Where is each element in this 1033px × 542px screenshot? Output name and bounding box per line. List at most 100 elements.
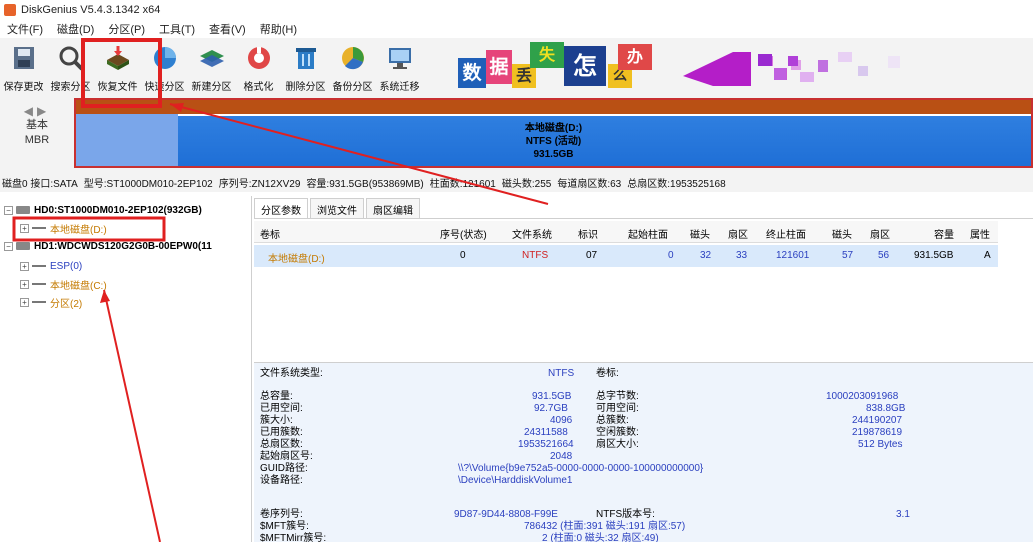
detail-guid: \\?\Volume{b9e752a5-0000-0000-0000-10000… [458, 463, 704, 474]
disk-tree: − HD0:ST1000DM010-2EP102(932GB) + 本地磁盘(D… [0, 196, 252, 542]
tree-item-hd0[interactable]: − HD0:ST1000DM010-2EP102(932GB) [4, 202, 202, 218]
tab-sector-editor[interactable]: 扇区编辑 [366, 198, 420, 218]
banner-char-4: 失 [530, 42, 564, 68]
detail-row-serial: 卷序列号: 9D87-9D44-8808-F99E NTFS版本号: 3.1 [254, 509, 1033, 520]
app-icon [4, 4, 16, 16]
expand-icon[interactable]: + [20, 279, 29, 289]
partition-icon [32, 227, 46, 229]
recover-files-button[interactable]: 恢复文件 [94, 38, 141, 96]
detail-key: 总字节数: [596, 391, 639, 402]
menu-file[interactable]: 文件(F) [0, 21, 50, 37]
detail-row-mft: $MFT簇号: 786432 (柱面:391 磁头:191 扇区:57) [254, 521, 1033, 532]
col-start-sector: 扇区 [728, 230, 748, 241]
format-button[interactable]: 格式化 [235, 38, 282, 96]
cell-filesystem: NTFS [522, 250, 549, 261]
detail-key: 起始扇区号: [260, 451, 313, 462]
collapse-icon[interactable]: − [4, 241, 13, 251]
search-partition-button[interactable]: 搜索分区 [47, 38, 94, 96]
tree-c-drive-label: 本地磁盘(C:) [50, 280, 107, 292]
promo-banner[interactable]: 数 据 丢 失 怎 么 办 [458, 40, 938, 92]
search-icon [59, 46, 83, 71]
new-partition-button[interactable]: 新建分区 [188, 38, 235, 96]
partition-style-label: MBR [24, 134, 50, 146]
table-row[interactable]: 本地磁盘(D:) 0 NTFS 07 0 32 33 121601 57 56 … [254, 245, 998, 267]
tree-item-partition-2[interactable]: + 分区(2) [20, 294, 82, 310]
detail-mftmirr-label: $MFTMirr簇号: [260, 533, 327, 542]
system-migration-button[interactable]: 系统迁移 [376, 38, 423, 96]
new-partition-label: 新建分区 [191, 82, 232, 93]
disk-info-total-sectors: 总扇区数:1953525168 [627, 178, 726, 190]
menu-view[interactable]: 查看(V) [202, 21, 253, 37]
partition-icon [32, 283, 46, 285]
partition-table: 卷标 序号(状态) 文件系统 标识 起始柱面 磁头 扇区 终止柱面 磁头 扇区 … [254, 218, 1033, 362]
disk-map-bar: ◀▶ 基本 MBR 本地磁盘(D:) NTFS (活动) 931.5GB [0, 96, 1033, 172]
cell-end-cylinder: 121601 [776, 250, 810, 261]
tree-item-c-drive[interactable]: + 本地磁盘(C:) [20, 276, 107, 292]
tab-partition-params[interactable]: 分区参数 [254, 198, 308, 218]
disk-nav: ◀▶ 基本 MBR [0, 96, 74, 172]
detail-row-mftmirr: $MFTMirr簇号: 2 (柱面:0 磁头:32 扇区:49) [254, 533, 1033, 542]
collapse-icon[interactable]: − [4, 205, 13, 215]
detail-key: 总扇区数: [260, 439, 303, 450]
col-filesystem: 文件系统 [512, 230, 552, 241]
menu-disk[interactable]: 磁盘(D) [50, 21, 101, 37]
disk-partition-map[interactable]: 本地磁盘(D:) NTFS (活动) 931.5GB [74, 98, 1033, 168]
detail-value: 2048 [550, 451, 573, 462]
banner-char-2: 据 [486, 50, 512, 84]
detail-value: 931.5GB [532, 391, 572, 402]
detail-key: 已用空间: [260, 403, 303, 414]
menu-partition[interactable]: 分区(P) [101, 21, 152, 37]
detail-fs-type-label: 文件系统类型: [260, 368, 323, 379]
disk-map-name: 本地磁盘(D:) [524, 123, 583, 134]
system-migration-label: 系统迁移 [379, 82, 420, 93]
detail-key: 扇区大小: [596, 439, 639, 450]
detail-serial-label: 卷序列号: [260, 509, 303, 520]
quick-partition-icon [153, 47, 176, 69]
detail-row: 起始扇区号: 2048 [254, 451, 1033, 462]
col-id: 标识 [578, 230, 598, 241]
partition-details: 文件系统类型: NTFS 卷标: 总容量: 931.5GB 总字节数: 1000… [254, 362, 1033, 542]
disk-nav-arrows[interactable]: ◀▶ [0, 104, 74, 118]
tree-item-hd1[interactable]: − HD1:WDCWDS120G2G0B-00EPW0(11 [4, 238, 212, 254]
window-title: DiskGenius V5.4.3.1342 x64 [21, 4, 161, 16]
col-end-sector: 扇区 [870, 230, 890, 241]
cell-start-sector: 33 [736, 250, 748, 261]
recover-files-icon [106, 46, 129, 70]
col-start-cylinder: 起始柱面 [628, 230, 668, 241]
expand-icon[interactable]: + [20, 261, 29, 271]
expand-icon[interactable]: + [20, 297, 29, 307]
detail-key: 总簇数: [596, 415, 629, 426]
delete-partition-button[interactable]: 删除分区 [282, 38, 329, 96]
tree-item-esp[interactable]: + ESP(0) [20, 258, 82, 274]
col-index: 序号(状态) [440, 230, 487, 241]
system-migration-icon [388, 48, 411, 69]
new-partition-icon [199, 50, 224, 67]
menu-help[interactable]: 帮助(H) [253, 21, 304, 37]
detail-fs-type: NTFS [548, 368, 575, 379]
col-end-head: 磁头 [832, 230, 852, 241]
menu-tools[interactable]: 工具(T) [152, 21, 202, 37]
detail-row: 已用簇数: 24311588 空闲簇数: 219878619 [254, 427, 1033, 438]
detail-value: 838.8GB [866, 403, 906, 414]
disk-info-serial: 序列号:ZN12XV29 [218, 178, 301, 190]
expand-icon[interactable]: + [20, 223, 29, 233]
quick-partition-label: 快速分区 [144, 82, 185, 93]
quick-partition-button[interactable]: 快速分区 [141, 38, 188, 96]
backup-partition-button[interactable]: 备份分区 [329, 38, 376, 96]
detail-row: 簇大小: 4096 总簇数: 244190207 [254, 415, 1033, 426]
tree-item-d-drive[interactable]: + 本地磁盘(D:) [20, 220, 107, 236]
detail-key: 可用空间: [596, 403, 639, 414]
tree-hd1-label: HD1:WDCWDS120G2G0B-00EPW0(11 [34, 240, 212, 252]
detail-guid-label: GUID路径: [260, 463, 308, 474]
disk-type-label: 基本 [26, 119, 48, 131]
tab-browse-files[interactable]: 浏览文件 [310, 198, 364, 218]
save-icon [13, 47, 34, 69]
save-changes-button[interactable]: 保存更改 [0, 38, 47, 96]
detail-value: 92.7GB [534, 403, 568, 414]
banner-pixels [758, 52, 900, 82]
tree-partition-2-label: 分区(2) [50, 298, 83, 310]
disk-map-size: 931.5GB [533, 149, 574, 160]
col-end-cylinder: 终止柱面 [766, 230, 806, 241]
table-header: 卷标 序号(状态) 文件系统 标识 起始柱面 磁头 扇区 终止柱面 磁头 扇区 … [254, 221, 998, 243]
detail-ntfs-version-label: NTFS版本号: [596, 509, 655, 520]
